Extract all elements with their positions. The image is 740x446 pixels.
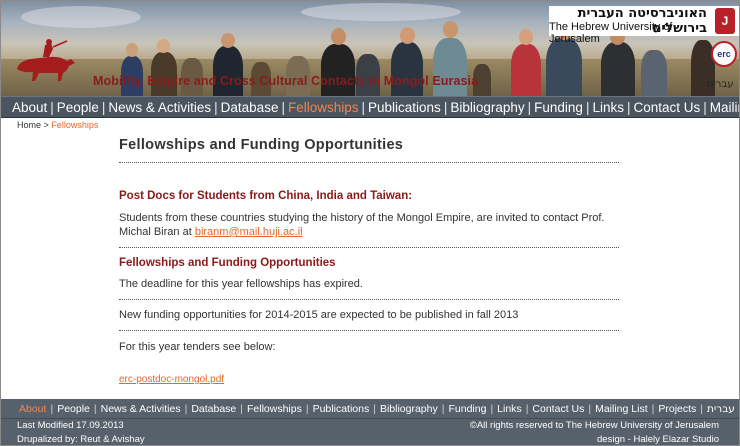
design-credit[interactable]: design - Halely Elazar Studio: [597, 434, 719, 445]
nav-item-links[interactable]: Links: [589, 100, 627, 115]
footer-nav-fellowships[interactable]: Fellowships: [243, 403, 306, 415]
pdf-document-link[interactable]: erc-postdoc-mongol.pdf: [119, 374, 224, 385]
drupalized-by: Drupalized by: Reut & Avishay: [17, 434, 145, 445]
university-name-english: The Hebrew University of Jerusalem: [549, 21, 673, 45]
main-content: Fellowships and Funding Opportunities Po…: [119, 129, 619, 387]
footer-nav: About | People | News & Activities | Databa…: [1, 399, 739, 419]
breadcrumb-current[interactable]: Fellowships: [51, 120, 98, 130]
huji-logo[interactable]: האוניברסיטה העברית בירושלים The Hebrew U…: [549, 6, 739, 45]
footer-nav-projects[interactable]: Projects: [654, 403, 700, 415]
nav-item-news-activities[interactable]: News & Activities: [105, 100, 214, 115]
page-frame: Mobility, Empire and Cross Cultural Cont…: [0, 0, 740, 446]
section-heading-fellowships: Fellowships and Funding Opportunities: [119, 257, 336, 269]
footer-nav-news-activities[interactable]: News & Activities: [97, 403, 185, 415]
header-banner: Mobility, Empire and Cross Cultural Cont…: [1, 1, 739, 96]
footer-nav-about[interactable]: About: [15, 403, 50, 415]
nav-item-people[interactable]: People: [54, 100, 102, 115]
document-link-row: erc-postdoc-mongol.pdf: [119, 369, 619, 387]
divider: [119, 162, 619, 163]
divider: [119, 299, 619, 300]
nav-item-about[interactable]: About: [9, 100, 50, 115]
page-title: Fellowships and Funding Opportunities: [119, 137, 404, 153]
nav-item-bibliography[interactable]: Bibliography: [447, 100, 527, 115]
footer-nav-contact-us[interactable]: Contact Us: [528, 403, 588, 415]
erc-logo[interactable]: erc: [711, 41, 737, 67]
footer-nav-mailing-list[interactable]: Mailing List: [591, 403, 652, 415]
funding-opportunities-text: New funding opportunities for 2014-2015 …: [119, 309, 519, 321]
deadline-text: The deadline for this year fellowships h…: [119, 278, 363, 290]
hebrew-language-link[interactable]: עברית: [707, 79, 734, 90]
nav-item-funding[interactable]: Funding: [531, 100, 586, 115]
breadcrumb-home[interactable]: Home: [17, 120, 41, 130]
footer-nav-database[interactable]: Database: [187, 403, 240, 415]
email-link[interactable]: biranm@mail.huji.ac.il: [195, 226, 303, 238]
breadcrumb-separator: >: [43, 120, 49, 130]
nav-item-contact-us[interactable]: Contact Us: [630, 100, 703, 115]
footer: About | People | News & Activities | Databa…: [1, 399, 739, 445]
footer-nav-hebrew[interactable]: עברית: [703, 403, 739, 415]
tenders-text: For this year tenders see below:: [119, 341, 276, 353]
section-heading-post-docs: Post Docs for Students from China, India…: [119, 190, 413, 202]
nav-item-publications[interactable]: Publications: [365, 100, 444, 115]
site-title[interactable]: Mobility, Empire and Cross Cultural Cont…: [93, 74, 478, 88]
footer-nav-people[interactable]: People: [53, 403, 94, 415]
last-modified: Last Modified 17.09.2013: [17, 420, 124, 431]
nav-item-database[interactable]: Database: [218, 100, 282, 115]
copyright: ©All rights reserved to The Hebrew Unive…: [469, 420, 719, 431]
footer-nav-links[interactable]: Links: [493, 403, 526, 415]
footer-nav-funding[interactable]: Funding: [444, 403, 490, 415]
nav-item-mailing-list[interactable]: Mailing List: [707, 100, 739, 115]
post-docs-text: Students from these countries studying t…: [119, 212, 605, 238]
main-nav: About | People | News & Activities | Databa…: [1, 96, 739, 118]
breadcrumb: Home > Fellowships: [17, 120, 98, 130]
divider: [119, 247, 619, 248]
mongol-rider-logo: [17, 39, 75, 81]
footer-nav-bibliography[interactable]: Bibliography: [376, 403, 442, 415]
huji-emblem-icon: J: [715, 8, 735, 34]
divider: [119, 330, 619, 331]
footer-nav-publications[interactable]: Publications: [309, 403, 374, 415]
nav-item-fellowships[interactable]: Fellowships: [285, 100, 362, 115]
